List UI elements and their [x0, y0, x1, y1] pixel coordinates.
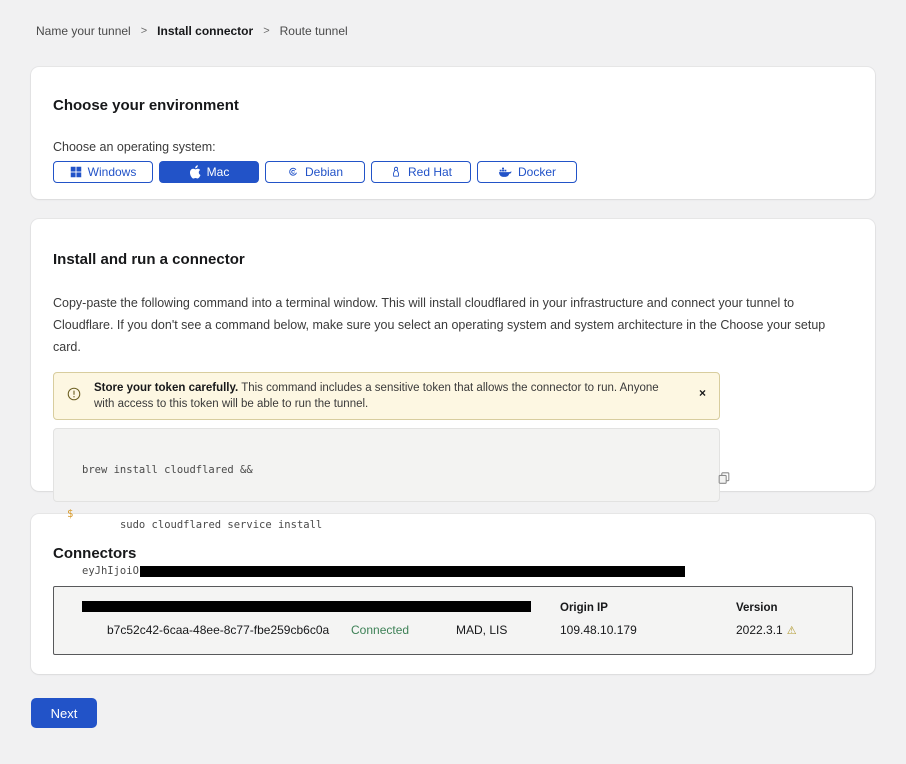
breadcrumb-separator: >: [141, 25, 147, 37]
os-button-debian[interactable]: Debian: [265, 161, 365, 183]
token-warning-banner: Store your token carefully. This command…: [53, 372, 720, 420]
docker-logo-icon: [498, 166, 512, 178]
windows-logo-icon: [70, 166, 82, 178]
environment-card-title: Choose your environment: [53, 97, 853, 114]
os-button-redhat[interactable]: Red Hat: [371, 161, 471, 183]
os-button-mac[interactable]: Mac: [159, 161, 259, 183]
shell-prompt: $: [67, 509, 73, 521]
code-line-1: brew install cloudflared &&: [82, 465, 719, 477]
breadcrumb-separator: >: [263, 25, 269, 37]
col-version: Version: [736, 602, 852, 614]
code-token-line: eyJhIjoiO: [82, 566, 719, 578]
breadcrumb-step-name-your-tunnel[interactable]: Name your tunnel: [36, 24, 131, 38]
install-card-title: Install and run a connector: [53, 251, 853, 268]
os-button-label: Windows: [88, 165, 137, 179]
os-select-label: Choose an operating system:: [53, 140, 853, 154]
breadcrumb-step-route-tunnel[interactable]: Route tunnel: [280, 24, 348, 38]
os-button-label: Red Hat: [408, 165, 452, 179]
version-value: 2022.3.1 ⚠: [736, 623, 852, 637]
close-icon[interactable]: ×: [699, 387, 706, 399]
os-button-docker[interactable]: Docker: [477, 161, 577, 183]
apple-logo-icon: [189, 165, 201, 179]
alert-circle-icon: [67, 387, 81, 406]
install-connector-card: Install and run a connector Copy-paste t…: [31, 219, 875, 491]
warning-triangle-icon: ⚠: [787, 624, 797, 637]
os-button-label: Docker: [518, 165, 556, 179]
os-button-windows[interactable]: Windows: [53, 161, 153, 183]
code-line-2: $sudo cloudflared service install: [82, 509, 719, 544]
warning-title: Store your token carefully.: [94, 382, 238, 394]
copy-icon[interactable]: [679, 459, 693, 474]
os-button-group: Windows Mac Debian: [53, 161, 853, 183]
redhat-logo-icon: [390, 166, 402, 179]
breadcrumb-step-install-connector[interactable]: Install connector: [157, 24, 253, 38]
os-button-label: Debian: [305, 165, 343, 179]
breadcrumb: Name your tunnel > Install connector > R…: [36, 24, 906, 38]
install-command-code-block: brew install cloudflared && $sudo cloudf…: [53, 428, 720, 502]
next-button[interactable]: Next: [31, 698, 97, 728]
choose-environment-card: Choose your environment Choose an operat…: [31, 67, 875, 199]
os-button-label: Mac: [207, 165, 230, 179]
debian-logo-icon: [287, 166, 299, 178]
install-description: Copy-paste the following command into a …: [53, 292, 849, 358]
redacted-token-bar: [140, 566, 685, 577]
redacted-token-bar: [82, 601, 531, 612]
